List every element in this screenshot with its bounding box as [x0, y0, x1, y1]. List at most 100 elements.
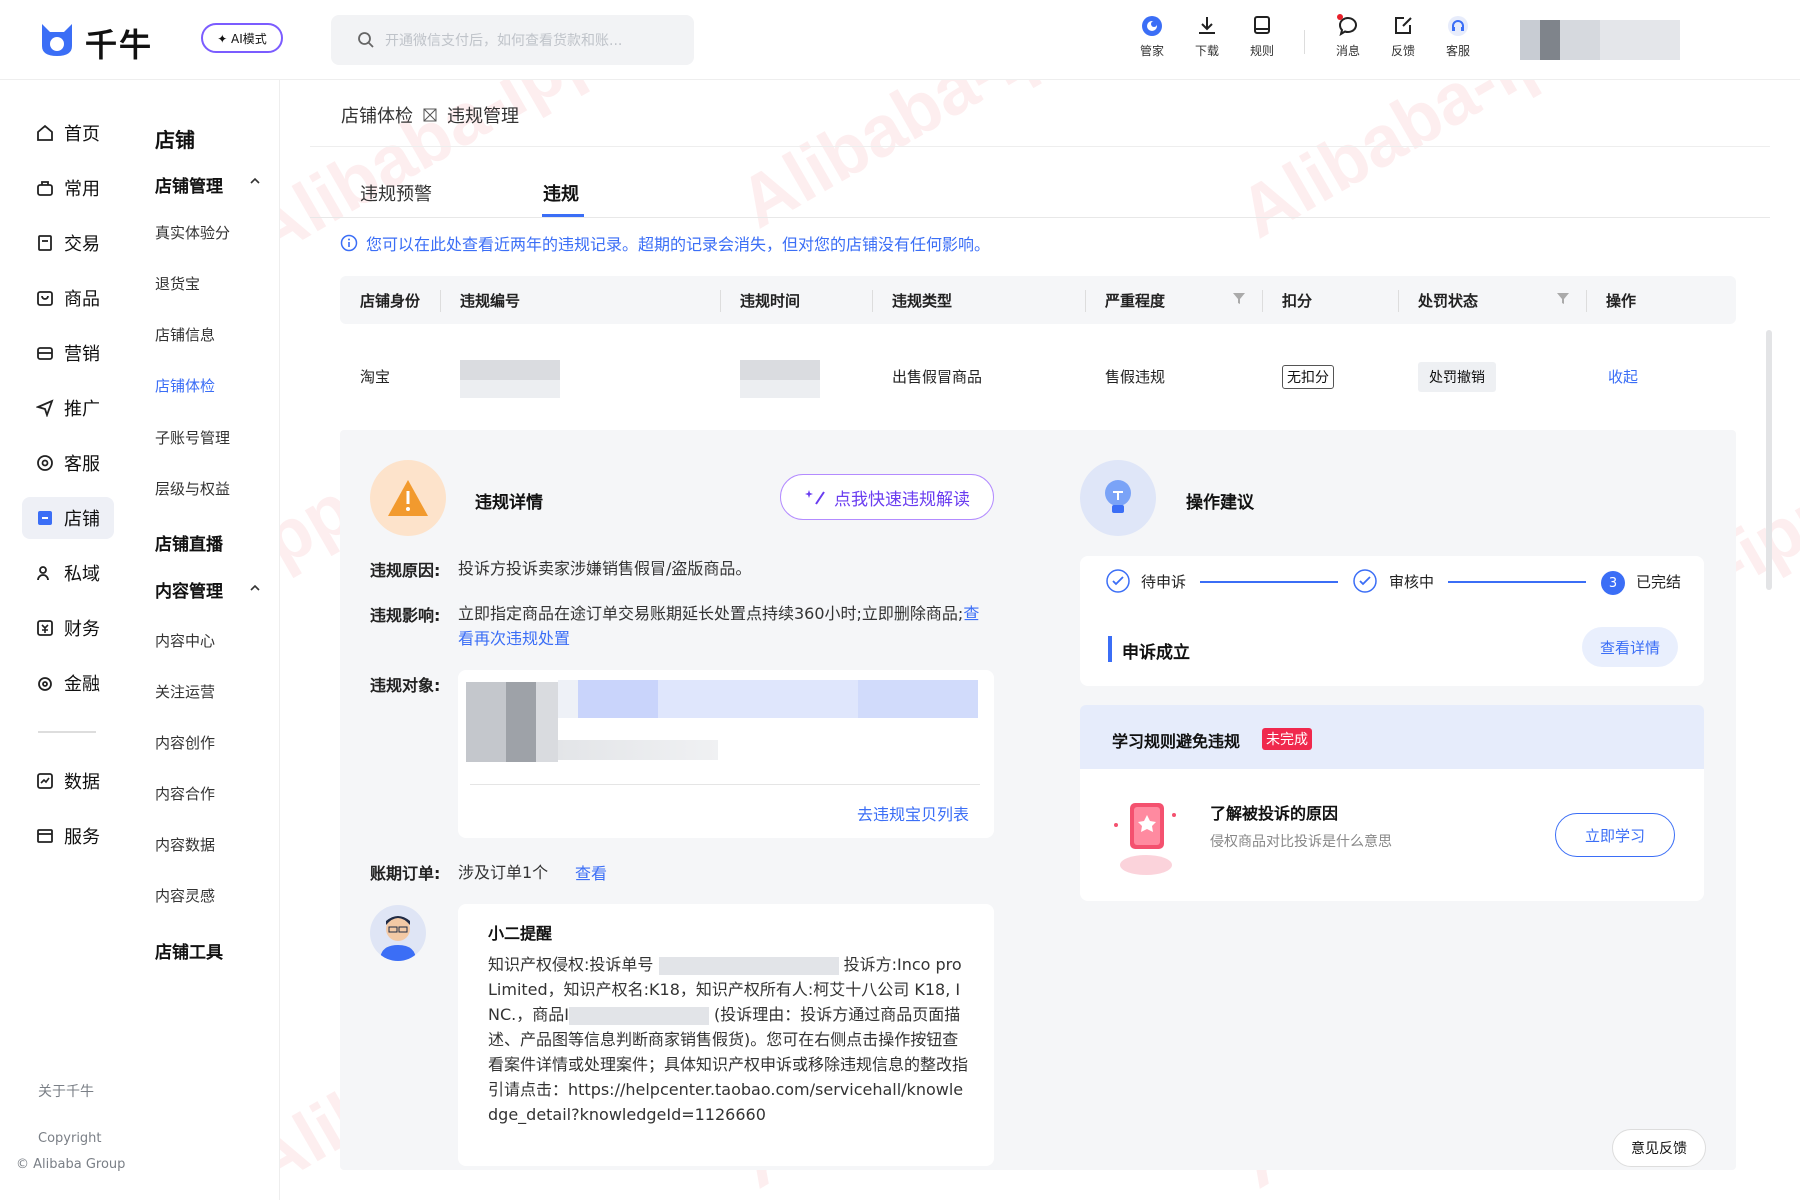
filter-icon[interactable]	[1233, 292, 1245, 304]
lightbulb-icon	[1105, 480, 1131, 513]
about-link[interactable]: 关于千牛	[38, 1081, 94, 1101]
nav-item-promote[interactable]: 推广	[22, 387, 114, 429]
tab-violation-warning[interactable]: 违规预警	[360, 180, 432, 206]
breadcrumb-parent[interactable]: 店铺体检	[341, 102, 413, 128]
header-message[interactable]: 消息	[1326, 14, 1370, 66]
nav-label: 首页	[64, 124, 100, 145]
search-box[interactable]: 开通微信支付后，如何查看货款和账...	[331, 15, 694, 65]
nav-label: 常用	[64, 179, 100, 200]
filter-icon[interactable]	[1557, 292, 1569, 304]
order-view-link[interactable]: 查看	[575, 860, 607, 884]
header-rules[interactable]: 规则	[1240, 14, 1284, 66]
top-header: 千牛 ✦ AI模式 开通微信支付后，如何查看货款和账... 管家 下载 规则 消…	[0, 0, 1800, 80]
header-feedback[interactable]: 反馈	[1381, 14, 1425, 66]
collapse-link[interactable]: 收起	[1608, 366, 1638, 387]
breadcrumb-current: 违规管理	[447, 106, 519, 127]
nav-label: 服务	[64, 827, 100, 848]
header-download[interactable]: 下载	[1185, 14, 1229, 66]
th-points: 扣分	[1282, 292, 1313, 310]
feedback-button[interactable]: 意见反馈	[1612, 1129, 1706, 1167]
reminder-part: 知识产权侵权:投诉单号	[488, 955, 654, 974]
subnav-item-active[interactable]: 店铺体检	[155, 375, 215, 396]
subnav-item[interactable]: 退货宝	[155, 273, 200, 294]
subnav-group-tools[interactable]: 店铺工具	[155, 938, 223, 963]
th-separator	[1262, 290, 1263, 312]
promote-icon	[36, 399, 54, 417]
cell-identity: 淘宝	[360, 368, 391, 386]
ai-mode-button[interactable]: ✦ AI模式	[201, 23, 283, 53]
learn-rules-title: 学习规则避免违规	[1112, 732, 1241, 751]
subnav-item[interactable]: 内容中心	[155, 630, 215, 651]
subnav-item[interactable]: 内容合作	[155, 783, 215, 804]
cell-time-blurred	[740, 360, 820, 398]
info-icon	[340, 234, 358, 252]
nav-item-customer-service[interactable]: 客服	[22, 442, 114, 484]
complaint-number-blurred	[658, 956, 839, 975]
subnav-item[interactable]: 内容创作	[155, 732, 215, 753]
assistant-avatar	[370, 905, 426, 961]
subnav-item[interactable]: 内容灵感	[155, 885, 215, 906]
reason-label: 违规原因:	[370, 561, 441, 580]
product-sub-blurred	[558, 740, 718, 760]
service-icon	[37, 455, 53, 471]
step-label: 已完结	[1636, 573, 1682, 591]
ai-button-label: 点我快速违规解读	[834, 489, 970, 510]
nav-item-services[interactable]: 服务	[22, 815, 114, 857]
nav-item-private[interactable]: 私域	[22, 552, 114, 594]
subnav-group-store-management[interactable]: 店铺管理	[155, 172, 223, 197]
nav-item-finance[interactable]: 财务	[22, 607, 114, 649]
nav-item-data[interactable]: 数据	[22, 760, 114, 802]
warning-badge	[370, 460, 446, 536]
private-icon	[37, 566, 49, 581]
notice-text: 您可以在此处查看近两年的违规记录。超期的记录会消失，但对您的店铺没有任何影响。	[366, 235, 991, 254]
qianniu-logo-icon[interactable]	[36, 18, 78, 60]
th-time: 违规时间	[740, 292, 801, 310]
user-account-blurred[interactable]	[1520, 20, 1680, 60]
subnav-item[interactable]: 真实体验分	[155, 222, 230, 243]
subnav-item[interactable]: 层级与权益	[155, 478, 230, 499]
course-title: 了解被投诉的原因	[1210, 804, 1339, 823]
divider	[310, 146, 1770, 147]
subnav-title: 店铺	[155, 128, 195, 152]
th-identity: 店铺身份	[360, 292, 421, 310]
violation-detail-title: 违规详情	[475, 493, 543, 513]
tab-violation[interactable]: 违规	[543, 180, 579, 206]
subnav-item[interactable]: 内容数据	[155, 834, 215, 855]
nav-item-common[interactable]: 常用	[22, 167, 114, 209]
th-severity: 严重程度	[1105, 292, 1166, 310]
header-butler[interactable]: 管家	[1130, 14, 1174, 66]
company: © Alibaba Group	[16, 1157, 126, 1172]
header-divider	[1304, 30, 1305, 54]
divider	[310, 217, 1770, 218]
object-label: 违规对象:	[370, 676, 441, 695]
nav-item-trade[interactable]: 交易	[22, 222, 114, 264]
advice-badge	[1080, 460, 1156, 536]
subnav-item[interactable]: 关注运营	[155, 681, 215, 702]
subnav-item[interactable]: 店铺信息	[155, 324, 215, 345]
nav-item-home[interactable]: 首页	[22, 112, 114, 154]
view-detail-button[interactable]: 查看详情	[1582, 627, 1678, 667]
chevron-up-icon[interactable]	[250, 177, 260, 185]
step-label: 审核中	[1389, 573, 1435, 591]
nav-item-bank[interactable]: 金融	[22, 662, 114, 704]
reminder-title: 小二提醒	[488, 924, 553, 943]
nav-item-store[interactable]: 店铺	[22, 497, 114, 539]
violation-items-link[interactable]: 去违规宝贝列表	[857, 801, 969, 825]
butler-icon	[1142, 16, 1162, 36]
reminder-text: 知识产权侵权:投诉单号 投诉方:Inco pro Limited，知识产权名:K…	[488, 952, 968, 1127]
chevron-up-icon[interactable]	[250, 584, 260, 592]
subnav-group-content[interactable]: 内容管理	[155, 577, 223, 602]
subnav-item[interactable]: 子账号管理	[155, 427, 230, 448]
cell-type: 出售假冒商品	[892, 368, 983, 386]
header-customer-service[interactable]: 客服	[1436, 14, 1480, 66]
step-check-icon	[1106, 569, 1130, 593]
scrollbar[interactable]	[1766, 330, 1772, 590]
subnav-group-live[interactable]: 店铺直播	[155, 530, 223, 555]
nav-label: 店铺	[64, 509, 100, 530]
ai-explain-button[interactable]: 点我快速违规解读	[780, 474, 994, 520]
learn-now-button[interactable]: 立即学习	[1555, 813, 1675, 857]
marketing-icon	[37, 347, 53, 360]
nav-item-marketing[interactable]: 营销	[22, 332, 114, 374]
th-action: 操作	[1606, 292, 1637, 310]
nav-item-product[interactable]: 商品	[22, 277, 114, 319]
